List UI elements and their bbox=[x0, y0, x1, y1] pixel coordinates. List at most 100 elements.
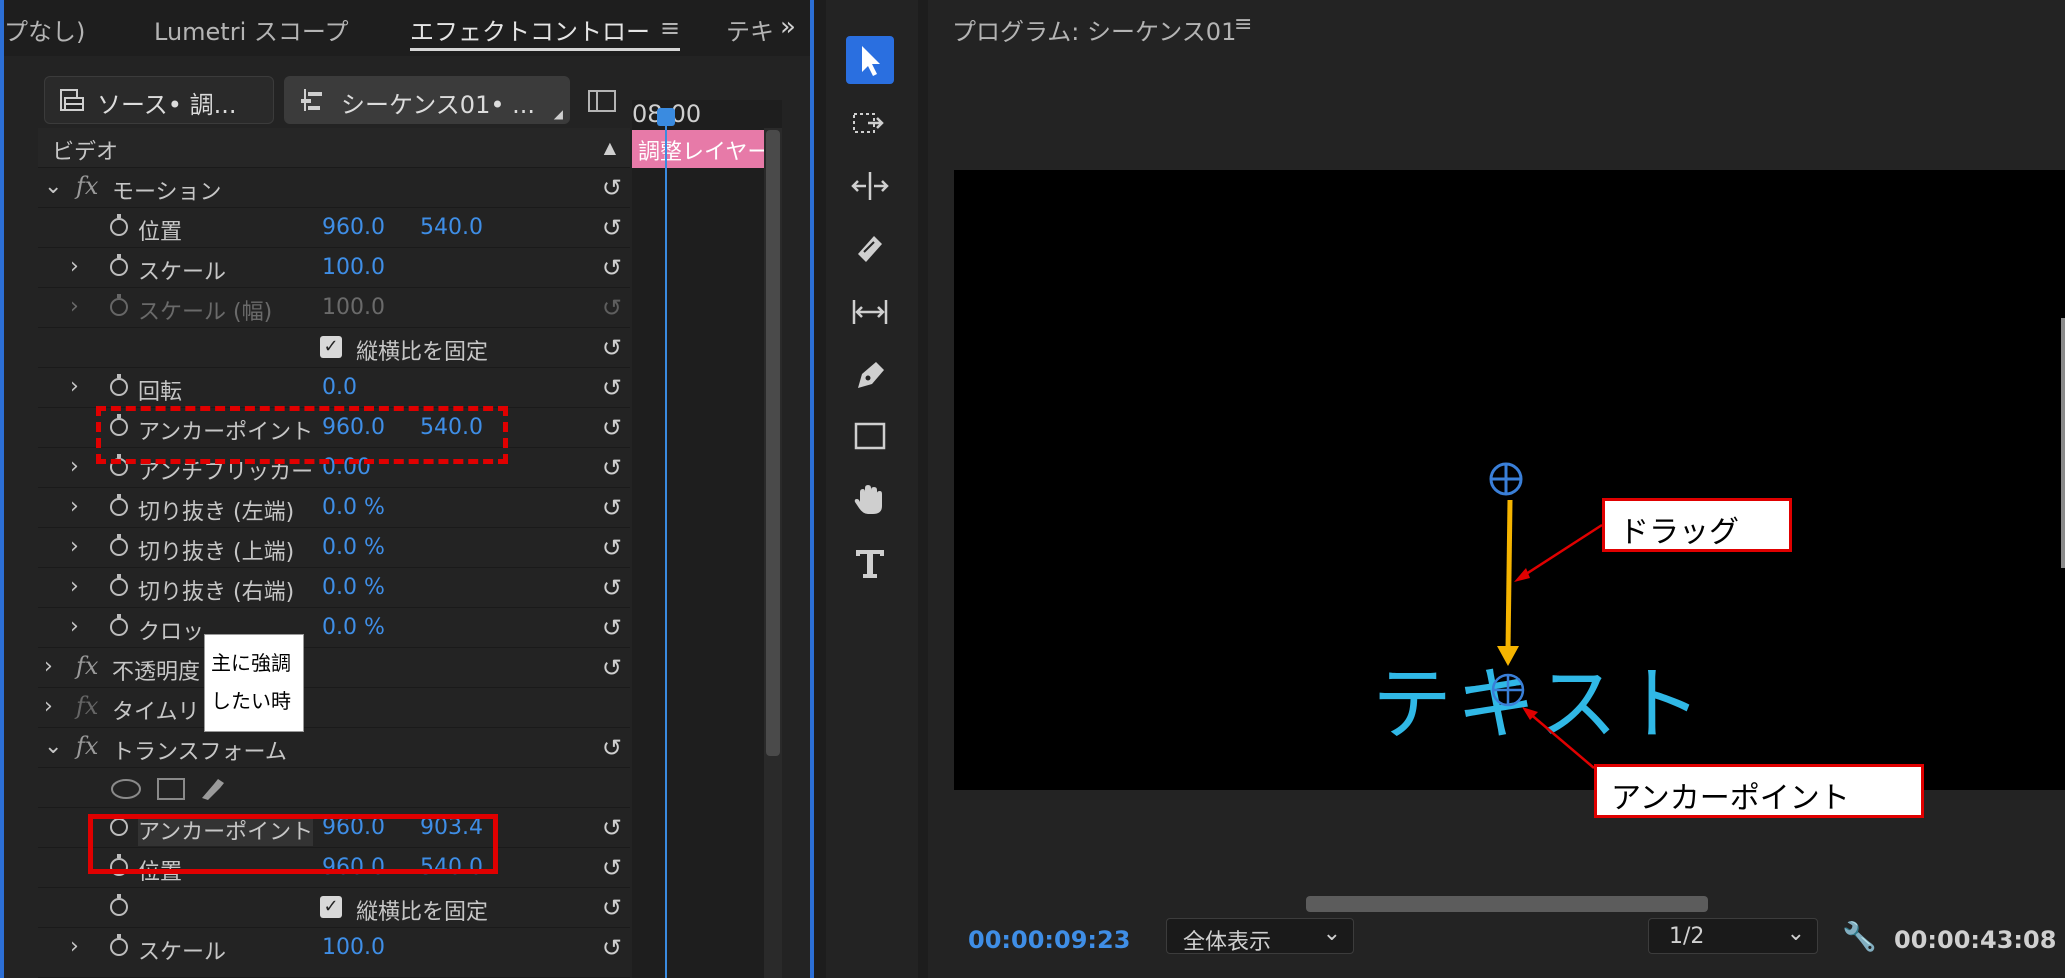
stopwatch-icon[interactable] bbox=[110, 894, 128, 916]
param-label: クロッ bbox=[138, 620, 205, 645]
chevron-right-icon[interactable]: › bbox=[70, 534, 79, 559]
mask-tools[interactable] bbox=[110, 776, 240, 802]
stopwatch-icon[interactable] bbox=[110, 534, 128, 556]
hand-tool[interactable] bbox=[846, 476, 894, 524]
stopwatch-icon[interactable] bbox=[110, 214, 128, 236]
reset-icon[interactable]: ↺ bbox=[602, 934, 622, 962]
param-row-transform-uniform-scale: ✓ 縦横比を固定 ↺ bbox=[38, 888, 630, 928]
collapse-up-icon[interactable]: ▲ bbox=[604, 138, 616, 157]
param-value[interactable]: 100.0 bbox=[322, 935, 385, 960]
active-tab-indicator bbox=[410, 48, 680, 51]
chevron-right-icon[interactable]: › bbox=[70, 374, 79, 399]
param-row-uniform-scale: ✓ 縦横比を固定 ↺ bbox=[38, 328, 630, 368]
playhead-handle[interactable] bbox=[657, 108, 675, 126]
param-row-crop-bottom: › クロッ 0.0 % ↺ bbox=[38, 608, 630, 648]
track-select-tool[interactable] bbox=[846, 100, 894, 148]
reset-icon[interactable]: ↺ bbox=[602, 174, 622, 202]
slip-tool[interactable] bbox=[846, 288, 894, 336]
hamburger-icon[interactable]: ≡ bbox=[1234, 12, 1252, 37]
razor-tool[interactable] bbox=[846, 224, 894, 272]
corner-dropdown-icon: ◢ bbox=[553, 107, 563, 121]
pen-tool[interactable] bbox=[846, 350, 894, 398]
tab-text[interactable]: テキ bbox=[726, 12, 774, 47]
reset-icon[interactable]: ↺ bbox=[602, 654, 622, 682]
chevron-right-icon[interactable]: › bbox=[70, 574, 79, 599]
monitor-zoom-scrollbar[interactable] bbox=[1306, 896, 1708, 912]
reset-icon[interactable]: ↺ bbox=[602, 214, 622, 242]
reset-icon[interactable]: ↺ bbox=[602, 814, 622, 842]
effect-row-time-remap[interactable]: › fx タイムリ bbox=[38, 688, 630, 728]
hamburger-icon[interactable]: ≡ bbox=[660, 14, 680, 42]
reset-icon[interactable]: ↺ bbox=[602, 374, 622, 402]
param-value[interactable]: 0.0 % bbox=[322, 575, 385, 600]
reset-icon[interactable]: ↺ bbox=[602, 854, 622, 882]
wrench-icon[interactable]: 🔧 bbox=[1842, 920, 1877, 953]
stopwatch-icon[interactable] bbox=[110, 614, 128, 636]
chevron-right-icon[interactable]: › bbox=[44, 694, 53, 719]
fx-icon[interactable]: fx bbox=[76, 652, 98, 680]
param-value[interactable]: 0.0 % bbox=[322, 615, 385, 640]
fx-icon[interactable]: fx bbox=[76, 732, 98, 760]
reset-icon[interactable]: ↺ bbox=[602, 414, 622, 442]
callout-anchor-text: アンカーポイント bbox=[1611, 781, 1850, 816]
panel-scrollbar-thumb[interactable] bbox=[766, 130, 780, 756]
pen-icon bbox=[858, 362, 884, 388]
effect-row-opacity[interactable]: › fx 不透明度 ↺ bbox=[38, 648, 630, 688]
reset-icon[interactable]: ↺ bbox=[602, 614, 622, 642]
chevron-right-icon[interactable]: › bbox=[44, 654, 53, 679]
param-label: 位置 bbox=[138, 220, 183, 245]
fx-icon[interactable]: fx bbox=[76, 172, 98, 200]
rectangle-tool[interactable] bbox=[846, 412, 894, 460]
tab-prev[interactable]: プなし) bbox=[4, 12, 85, 47]
playhead-timecode[interactable]: 00:00:09:23 bbox=[968, 926, 1130, 954]
param-value-x[interactable]: 960.0 bbox=[322, 215, 385, 240]
chevron-right-icon[interactable]: › bbox=[70, 454, 79, 479]
chevron-down-icon[interactable]: ⌄ bbox=[44, 734, 62, 759]
reset-icon[interactable]: ↺ bbox=[602, 334, 622, 362]
chevron-right-icon[interactable]: › bbox=[70, 494, 79, 519]
source-clip-button[interactable]: ソース• 調... bbox=[44, 76, 274, 124]
param-value[interactable]: 100.0 bbox=[322, 255, 385, 280]
reset-icon[interactable]: ↺ bbox=[602, 494, 622, 522]
panel-toggle-icon[interactable] bbox=[588, 90, 616, 112]
reset-icon[interactable]: ↺ bbox=[602, 534, 622, 562]
stopwatch-icon[interactable] bbox=[110, 374, 128, 396]
param-label: スケール bbox=[138, 260, 227, 285]
effect-row-motion[interactable]: ⌄ fx モーション ↺ bbox=[38, 168, 630, 208]
chevron-down-icon[interactable]: ⌄ bbox=[44, 174, 62, 199]
program-monitor-title[interactable]: プログラム: シーケンス01 bbox=[952, 12, 1236, 47]
type-tool[interactable] bbox=[846, 538, 894, 586]
ripple-edit-tool[interactable] bbox=[846, 162, 894, 210]
uniform-scale-checkbox[interactable]: ✓ bbox=[320, 336, 342, 358]
tab-effect-controls[interactable]: エフェクトコントロー bbox=[410, 12, 650, 47]
video-title-text[interactable]: テキスト bbox=[1372, 640, 1706, 756]
tab-lumetri-scopes[interactable]: Lumetri スコープ bbox=[154, 12, 348, 47]
param-value[interactable]: 0.0 % bbox=[322, 535, 385, 560]
param-value[interactable]: 0.0 % bbox=[322, 495, 385, 520]
stopwatch-icon[interactable] bbox=[110, 574, 128, 596]
param-value[interactable]: 0.0 bbox=[322, 375, 357, 400]
reset-icon[interactable]: ↺ bbox=[602, 734, 622, 762]
chevron-right-icon[interactable]: › bbox=[70, 614, 79, 639]
checkbox-label: 縦横比を固定 bbox=[356, 900, 489, 925]
stopwatch-icon[interactable] bbox=[110, 254, 128, 276]
stopwatch-icon[interactable] bbox=[110, 494, 128, 516]
mini-timeline[interactable] bbox=[632, 128, 782, 978]
param-value-y[interactable]: 540.0 bbox=[420, 215, 483, 240]
playhead-line[interactable] bbox=[665, 112, 667, 978]
effect-row-transform[interactable]: ⌄ fx トランスフォーム ↺ bbox=[38, 728, 630, 768]
resolution-dropdown-value: 1/2 bbox=[1669, 924, 1705, 949]
double-chevron-icon[interactable]: » bbox=[780, 12, 796, 42]
reset-icon[interactable]: ↺ bbox=[602, 574, 622, 602]
reset-icon[interactable]: ↺ bbox=[602, 454, 622, 482]
chevron-right-icon[interactable]: › bbox=[70, 934, 79, 959]
chevron-right-icon[interactable]: › bbox=[70, 254, 79, 279]
sequence-clip-button[interactable]: シーケンス01• ... ◢ bbox=[284, 76, 570, 124]
resolution-dropdown[interactable]: 1/2 ⌄ bbox=[1648, 918, 1818, 954]
selection-tool[interactable] bbox=[846, 36, 894, 84]
reset-icon[interactable]: ↺ bbox=[602, 254, 622, 282]
stopwatch-icon[interactable] bbox=[110, 934, 128, 956]
fit-dropdown[interactable]: 全体表示 ⌄ bbox=[1166, 918, 1354, 955]
reset-icon[interactable]: ↺ bbox=[602, 894, 622, 922]
uniform-scale-checkbox[interactable]: ✓ bbox=[320, 896, 342, 918]
